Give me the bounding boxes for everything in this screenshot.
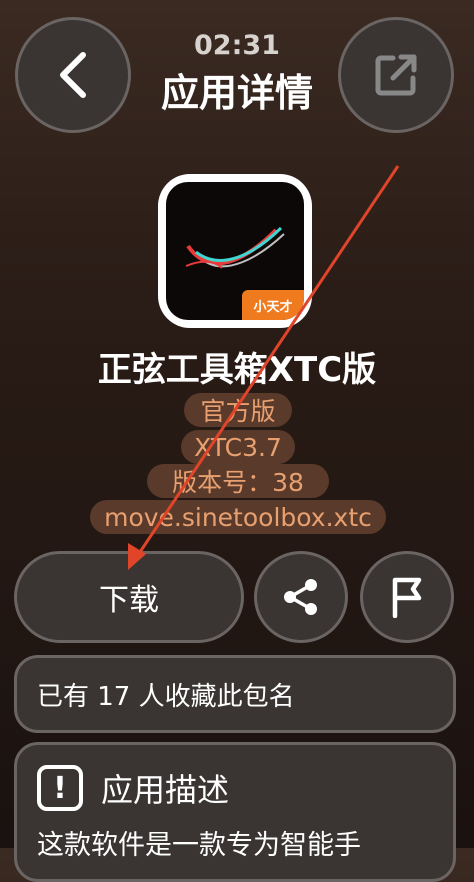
share-button[interactable] bbox=[254, 551, 348, 643]
favorites-info[interactable]: 已有 17 人收藏此包名 bbox=[14, 655, 456, 733]
report-button[interactable] bbox=[360, 551, 454, 643]
xtc-badge: 小天才 bbox=[242, 290, 304, 320]
info-icon: ! bbox=[37, 765, 83, 811]
tag-version: 版本号：38 bbox=[147, 464, 329, 498]
description-card[interactable]: ! 应用描述 这款软件是一款专为智能手 bbox=[14, 742, 456, 882]
open-external-button[interactable] bbox=[338, 17, 454, 133]
app-name: 正弦工具箱XTC版 bbox=[97, 350, 377, 390]
description-text: 这款软件是一款专为智能手 bbox=[37, 830, 361, 861]
open-external-icon bbox=[375, 54, 417, 96]
tag-package: move.sinetoolbox.xtc bbox=[90, 500, 386, 534]
download-button[interactable]: 下载 bbox=[14, 551, 244, 643]
flag-icon bbox=[392, 577, 422, 618]
app-icon: 小天才 bbox=[158, 174, 312, 328]
tag-official: 官方版 bbox=[184, 393, 292, 427]
share-icon bbox=[284, 579, 317, 615]
description-title: 应用描述 bbox=[101, 771, 230, 809]
tag-platform: XTC3.7 bbox=[181, 430, 295, 464]
